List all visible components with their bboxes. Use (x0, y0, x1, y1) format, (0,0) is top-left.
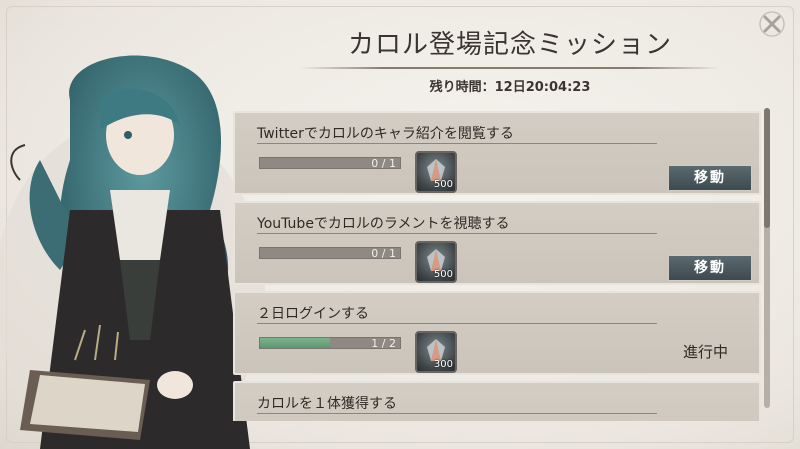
mission-card: ２日ログインする 1 / 2 300 進行中 (233, 291, 761, 375)
mission-progress-bar: 0 / 1 (259, 247, 401, 260)
mission-divider (257, 323, 657, 324)
mission-progress-bar: 0 / 1 (259, 157, 401, 170)
mission-title: YouTubeでカロルのラメントを視聴する (257, 216, 510, 232)
remaining-time-value: 12日20:04:23 (494, 80, 591, 95)
mission-divider (257, 233, 657, 234)
progress-text: 1 / 2 (371, 337, 396, 350)
reward-gem-icon[interactable]: 300 (415, 331, 457, 373)
reward-count: 500 (433, 179, 453, 190)
mission-screen: カロル登場記念ミッション 残り時間：12日20:04:23 Twitterでカロ… (0, 0, 800, 449)
reward-count: 300 (433, 359, 453, 370)
progress-text: 0 / 1 (371, 157, 396, 170)
mission-card: YouTubeでカロルのラメントを視聴する 0 / 1 500 移動 (233, 201, 761, 285)
mission-progress-bar: 1 / 2 (259, 337, 401, 350)
title-divider (300, 67, 720, 69)
progress-fill (260, 338, 330, 348)
page-title: カロル登場記念ミッション (347, 30, 672, 60)
reward-count: 500 (433, 269, 453, 280)
mission-divider (257, 413, 657, 414)
scrollbar-thumb[interactable] (764, 108, 770, 228)
mission-title: カロルを１体獲得する (257, 396, 397, 412)
mission-title: ２日ログインする (257, 306, 369, 322)
character-illustration (0, 55, 265, 449)
mission-divider (257, 143, 657, 144)
remaining-time: 残り時間：12日20:04:23 (300, 76, 720, 95)
close-x-icon[interactable] (758, 10, 786, 38)
mission-card: Twitterでカロルのキャラ紹介を閲覧する 0 / 1 500 移動 (233, 111, 761, 195)
reward-gem-icon[interactable]: 500 (415, 241, 457, 283)
mission-card: カロルを１体獲得する (233, 381, 761, 421)
reward-gem-icon[interactable]: 500 (415, 151, 457, 193)
move-button[interactable]: 移動 (668, 165, 752, 191)
status-in-progress: 進行中 (683, 343, 729, 361)
move-button[interactable]: 移動 (668, 255, 752, 281)
mission-list[interactable]: Twitterでカロルのキャラ紹介を閲覧する 0 / 1 500 移動 YouT… (233, 103, 773, 421)
progress-text: 0 / 1 (371, 247, 396, 260)
remaining-time-label: 残り時間： (429, 80, 495, 95)
mission-title: Twitterでカロルのキャラ紹介を閲覧する (257, 126, 514, 142)
